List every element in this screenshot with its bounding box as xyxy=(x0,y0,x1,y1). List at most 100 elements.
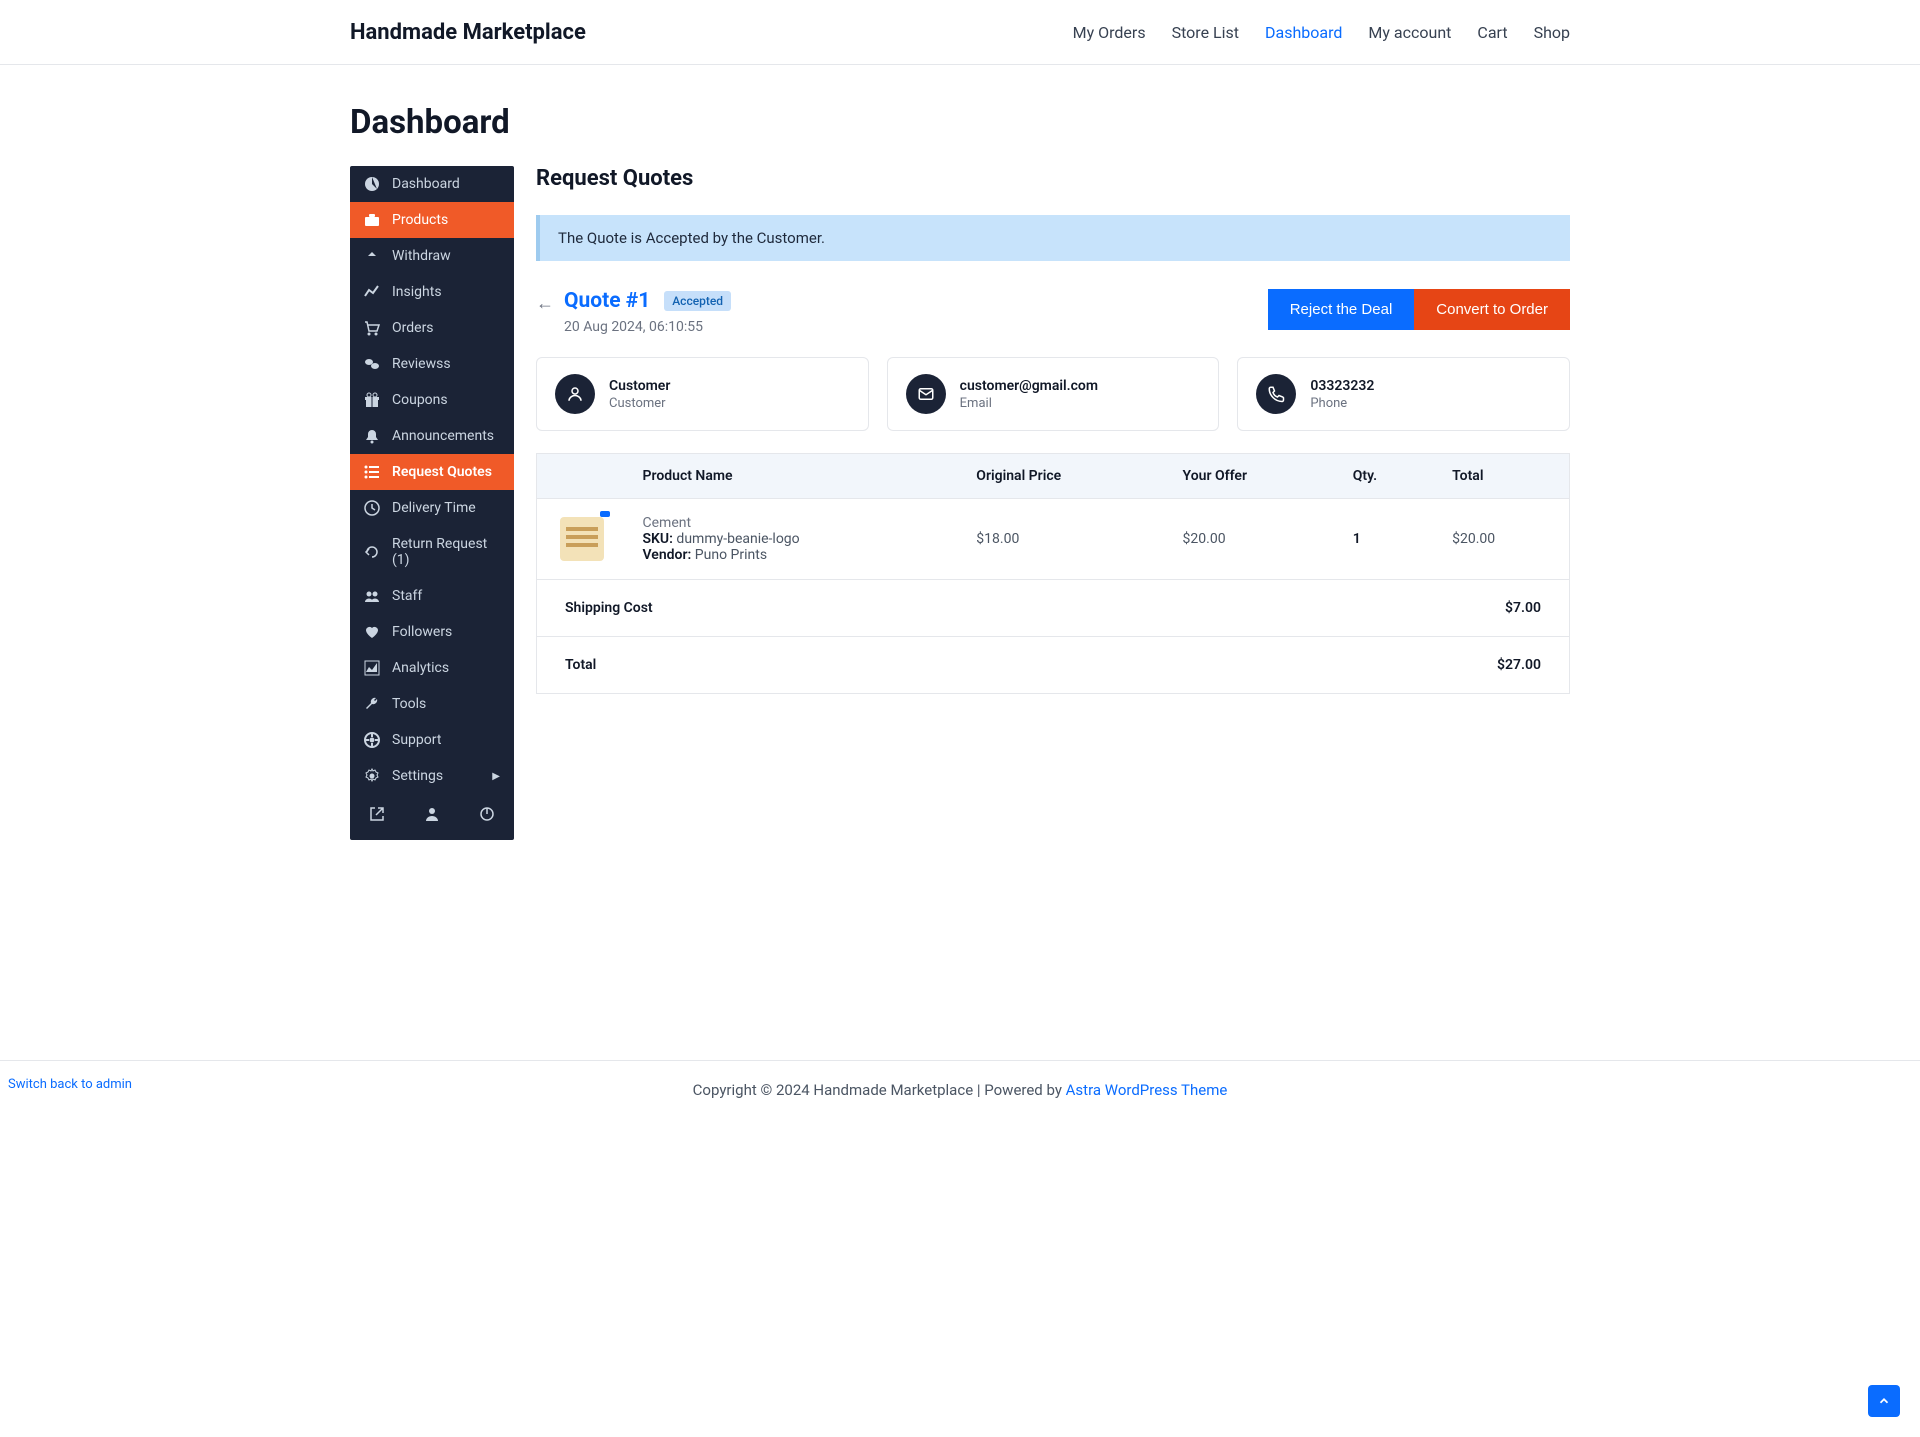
sidebar-item-label: Staff xyxy=(392,588,422,604)
area-icon xyxy=(364,660,380,676)
footer-copyright: Copyright © 2024 Handmade Marketplace | … xyxy=(0,1081,1920,1099)
sidebar-item-delivery-time[interactable]: Delivery Time xyxy=(350,490,514,526)
power-icon[interactable] xyxy=(479,806,495,826)
page-title: Dashboard xyxy=(350,103,1570,142)
sidebar-item-label: Orders xyxy=(392,320,434,336)
sidebar-item-orders[interactable]: Orders xyxy=(350,310,514,346)
col-total: Total xyxy=(1436,454,1569,499)
sidebar-item-label: Return Request (1) xyxy=(392,536,500,568)
withdraw-icon xyxy=(364,248,380,264)
product-thumbnail[interactable] xyxy=(560,517,604,561)
sidebar-item-coupons[interactable]: Coupons xyxy=(350,382,514,418)
table-row: Cement SKU: dummy-beanie-logo Vendor: Pu… xyxy=(537,499,1570,580)
sidebar-item-staff[interactable]: Staff xyxy=(350,578,514,614)
original-price: $18.00 xyxy=(960,499,1166,580)
col-image xyxy=(537,454,627,499)
topnav-my-orders[interactable]: My Orders xyxy=(1073,23,1146,42)
sidebar-item-tools[interactable]: Tools xyxy=(350,686,514,722)
product-name: Cement xyxy=(643,515,945,531)
chart-icon xyxy=(364,284,380,300)
sidebar-item-label: Products xyxy=(392,212,448,228)
sidebar-item-products[interactable]: Products xyxy=(350,202,514,238)
contact-card-email: customer@gmail.comEmail xyxy=(887,357,1220,431)
reject-deal-button[interactable]: Reject the Deal xyxy=(1268,289,1415,330)
sidebar-item-request-quotes[interactable]: Request Quotes xyxy=(350,454,514,490)
sidebar-item-label: Delivery Time xyxy=(392,500,476,516)
sidebar-item-return-request-1-[interactable]: Return Request (1) xyxy=(350,526,514,578)
dashboard-icon xyxy=(364,176,380,192)
notice-banner: The Quote is Accepted by the Customer. xyxy=(536,215,1570,261)
contact-card-customer: CustomerCustomer xyxy=(536,357,869,431)
topnav-shop[interactable]: Shop xyxy=(1534,23,1570,42)
sidebar-item-insights[interactable]: Insights xyxy=(350,274,514,310)
theme-link[interactable]: Astra WordPress Theme xyxy=(1066,1081,1228,1099)
col-product-name: Product Name xyxy=(627,454,961,499)
quote-title: Quote #1 xyxy=(564,289,650,313)
sidebar-item-label: Followers xyxy=(392,624,452,640)
sidebar-item-label: Withdraw xyxy=(392,248,451,264)
clock-icon xyxy=(364,500,380,516)
sidebar-item-dashboard[interactable]: Dashboard xyxy=(350,166,514,202)
undo-icon xyxy=(364,544,380,560)
sidebar-item-label: Dashboard xyxy=(392,176,460,192)
sidebar-item-reviewss[interactable]: Reviewss xyxy=(350,346,514,382)
sidebar: DashboardProductsWithdrawInsightsOrders … xyxy=(350,166,514,840)
shipping-row: Shipping Cost $7.00 xyxy=(537,580,1570,637)
topnav-my-account[interactable]: My account xyxy=(1368,23,1451,42)
line-total: $20.00 xyxy=(1436,499,1569,580)
sidebar-item-followers[interactable]: Followers xyxy=(350,614,514,650)
sidebar-item-announcements[interactable]: Announcements xyxy=(350,418,514,454)
contact-cards: CustomerCustomercustomer@gmail.comEmail0… xyxy=(536,357,1570,431)
col-original-price: Original Price xyxy=(960,454,1166,499)
convert-order-button[interactable]: Convert to Order xyxy=(1414,289,1570,330)
sidebar-item-withdraw[interactable]: Withdraw xyxy=(350,238,514,274)
users-icon xyxy=(364,588,380,604)
main-content: Request Quotes The Quote is Accepted by … xyxy=(536,166,1570,694)
col-qty.: Qty. xyxy=(1337,454,1436,499)
bell-icon xyxy=(364,428,380,444)
sidebar-item-label: Tools xyxy=(392,696,426,712)
status-badge: Accepted xyxy=(664,291,731,311)
chevron-right-icon: ▶ xyxy=(492,771,500,782)
sidebar-item-label: Support xyxy=(392,732,441,748)
section-title: Request Quotes xyxy=(536,166,1570,191)
list-icon xyxy=(364,464,380,480)
gear-icon xyxy=(364,768,380,784)
support-icon xyxy=(364,732,380,748)
contact-card-phone: 03323232Phone xyxy=(1237,357,1570,431)
sidebar-item-analytics[interactable]: Analytics xyxy=(350,650,514,686)
briefcase-icon xyxy=(364,212,380,228)
phone-icon xyxy=(1256,374,1296,414)
back-arrow-icon[interactable]: ← xyxy=(536,293,554,314)
sidebar-item-label: Request Quotes xyxy=(392,464,492,480)
comments-icon xyxy=(364,356,380,372)
cart-icon xyxy=(364,320,380,336)
quantity: 1 xyxy=(1337,499,1436,580)
top-nav: My Orders Store List Dashboard My account Ca… xyxy=(1073,23,1570,42)
total-row: Total $27.00 xyxy=(537,637,1570,694)
user-icon[interactable] xyxy=(424,806,440,826)
sidebar-item-label: Reviewss xyxy=(392,356,451,372)
sidebar-item-label: Insights xyxy=(392,284,442,300)
user-icon xyxy=(555,374,595,414)
sidebar-item-label: Coupons xyxy=(392,392,448,408)
external-link-icon[interactable] xyxy=(369,806,385,826)
topnav-store-list[interactable]: Store List xyxy=(1172,23,1239,42)
sidebar-item-label: Settings xyxy=(392,768,443,784)
gift-icon xyxy=(364,392,380,408)
heart-icon xyxy=(364,624,380,640)
offer-price: $20.00 xyxy=(1167,499,1337,580)
switch-admin-link[interactable]: Switch back to admin xyxy=(8,1077,132,1092)
mail-icon xyxy=(906,374,946,414)
topnav-dashboard[interactable]: Dashboard xyxy=(1265,23,1342,42)
sidebar-item-settings[interactable]: Settings ▶ xyxy=(350,758,514,794)
sidebar-item-label: Announcements xyxy=(392,428,494,444)
wrench-icon xyxy=(364,696,380,712)
scroll-top-button[interactable] xyxy=(1868,1385,1900,1417)
quote-items-table: Product NameOriginal PriceYour OfferQty.… xyxy=(536,453,1570,694)
sidebar-item-label: Analytics xyxy=(392,660,449,676)
sidebar-item-support[interactable]: Support xyxy=(350,722,514,758)
col-your-offer: Your Offer xyxy=(1167,454,1337,499)
topnav-cart[interactable]: Cart xyxy=(1477,23,1507,42)
site-brand[interactable]: Handmade Marketplace xyxy=(350,20,586,45)
